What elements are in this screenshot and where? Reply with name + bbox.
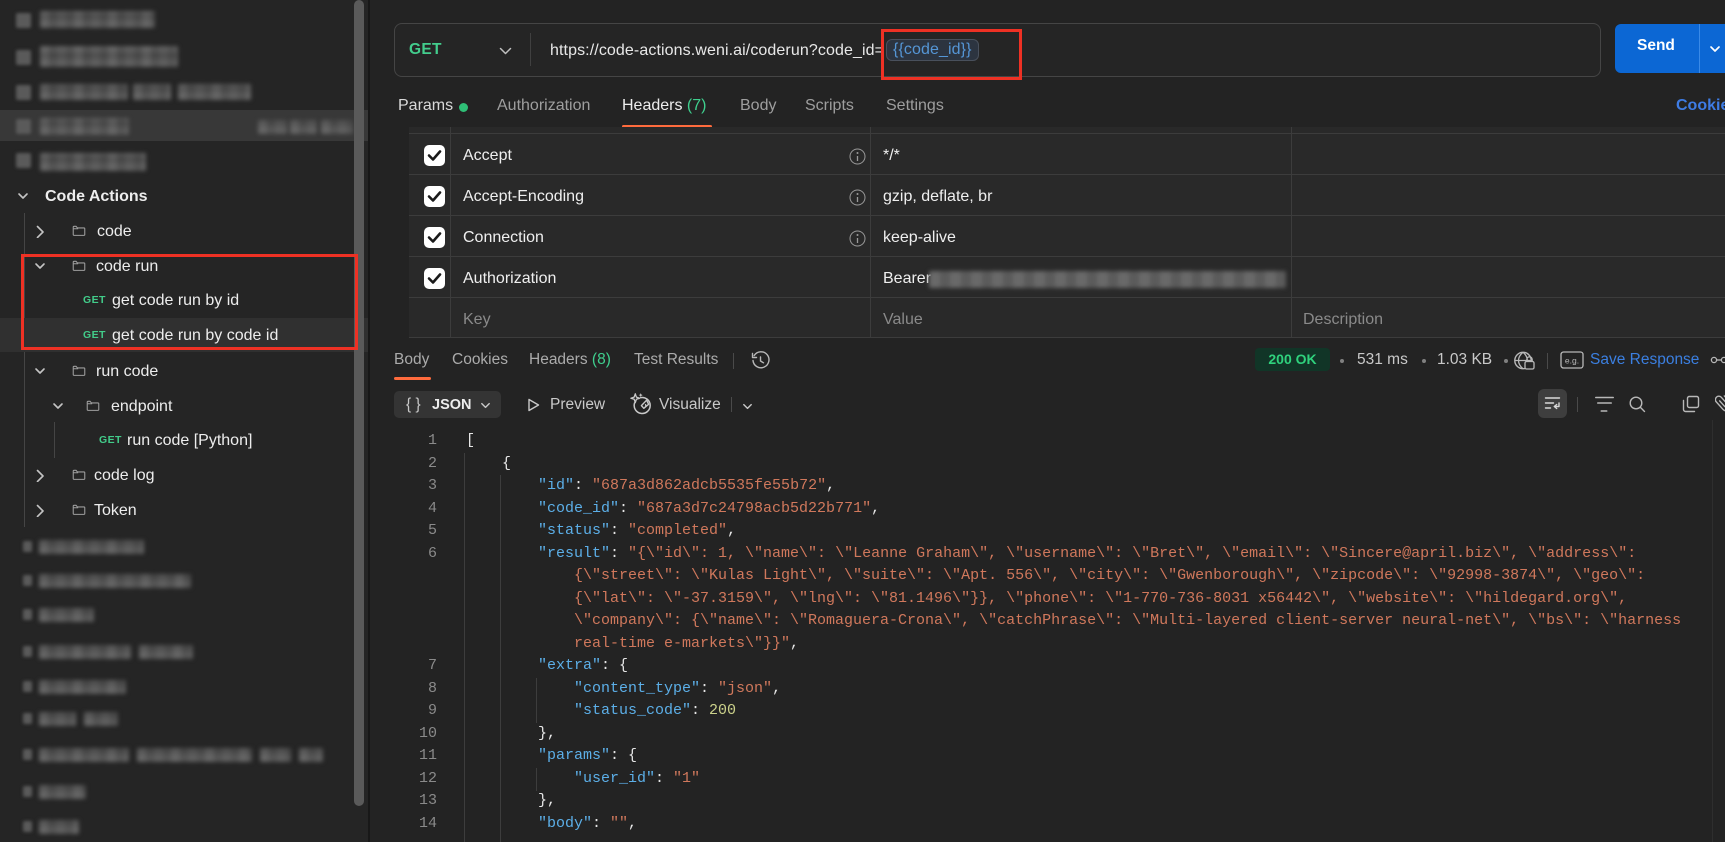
svg-text:e.g.: e.g. xyxy=(1565,356,1579,366)
